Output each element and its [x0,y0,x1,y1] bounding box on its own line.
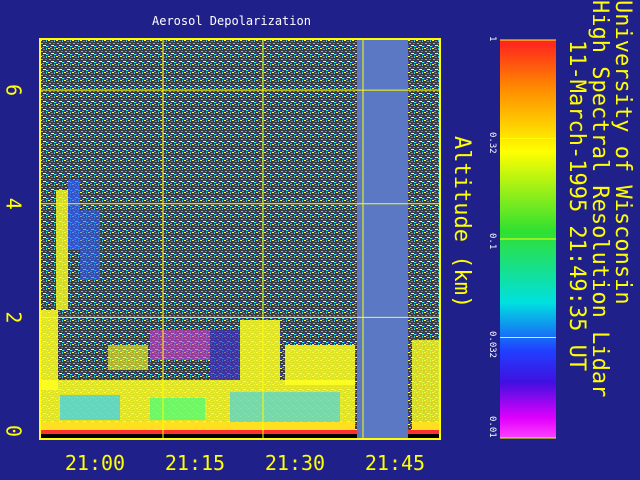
x-tick-label: 21:00 [65,451,125,475]
y-tick-labels: 0 2 4 6 [2,84,26,437]
header-line-1: University of Wisconsin [610,0,635,305]
data-gap [357,40,408,439]
y-tick-label: 6 [2,84,26,96]
header-line-3: 11-March-1995 21:49:35 UT [564,40,589,372]
header-line-2: High Spectral Resolution Lidar [587,0,612,398]
x-tick-labels: 21:00 21:15 21:30 21:45 [65,451,425,475]
y-tick-label: 4 [2,198,26,210]
colorbar-tick-label: 0.01 [487,416,497,438]
y-tick-label: 0 [2,425,26,437]
colorbar-tick-label: 1 [487,36,497,42]
x-tick-label: 21:15 [165,451,225,475]
x-tick-label: 21:45 [365,451,425,475]
y-tick-label: 2 [2,311,26,323]
heatmap-chart: 21:00 21:15 21:30 21:45 0 2 4 6 [2,38,556,475]
colorbar-tick-label: 0.32 [487,132,497,155]
colorbar-tick-label: 0.032 [487,331,497,359]
colorbar-tick-label: 0.1 [487,233,497,250]
y-axis-label: Altitude (km) [449,136,474,309]
x-tick-label: 21:30 [265,451,325,475]
